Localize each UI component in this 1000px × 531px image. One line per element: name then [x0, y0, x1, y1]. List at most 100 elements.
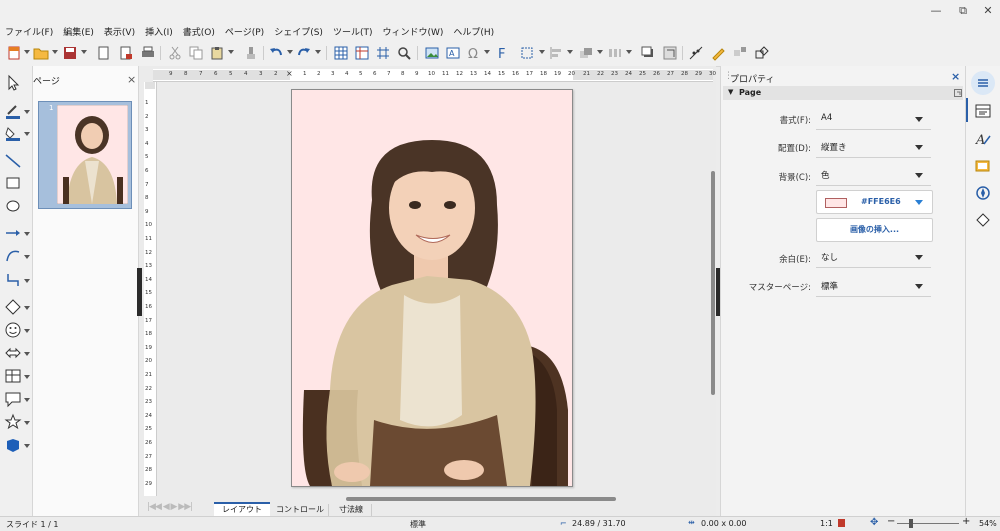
basic-shapes-dropdown-icon[interactable] [24, 306, 30, 310]
shapes-icon[interactable] [975, 212, 991, 228]
zoom-level[interactable]: 54% [979, 519, 997, 528]
scale-factor[interactable]: 1:1 [820, 519, 833, 528]
callout-icon[interactable] [4, 390, 22, 408]
vertical-scrollbar[interactable] [711, 171, 715, 395]
gallery-icon[interactable] [975, 158, 991, 174]
more-options-icon[interactable] [954, 89, 962, 97]
horizontal-scrollbar[interactable] [346, 497, 616, 501]
close-window-button[interactable]: ✕ [980, 4, 996, 18]
arrange-icon[interactable] [578, 45, 594, 61]
line-color-dropdown-icon[interactable] [24, 110, 30, 114]
toggle-extrusion-icon[interactable] [732, 45, 748, 61]
special-character-dropdown-icon[interactable] [484, 50, 490, 54]
textbox-icon[interactable]: A [445, 45, 461, 61]
page-section-header[interactable]: ▼ Page [723, 86, 963, 100]
fit-page-icon[interactable]: ✥ [870, 517, 878, 528]
open-folder-icon[interactable] [33, 45, 49, 61]
transformations-dropdown-icon[interactable] [539, 50, 545, 54]
menu-edit[interactable]: 編集(E) [58, 25, 99, 38]
clone-formatting-icon[interactable] [243, 45, 259, 61]
transformations-icon[interactable] [519, 45, 535, 61]
paste-icon[interactable] [209, 45, 225, 61]
menu-shape[interactable]: シェイプ(S) [269, 25, 328, 38]
orientation-select[interactable]: 縦置き [816, 137, 931, 158]
tab-layout[interactable]: レイアウト [214, 502, 270, 517]
line-color-icon[interactable] [4, 102, 22, 120]
symbol-shapes-dropdown-icon[interactable] [24, 329, 30, 333]
rectangle-tool-icon[interactable] [4, 174, 22, 192]
zoom-icon[interactable] [396, 45, 412, 61]
stars-dropdown-icon[interactable] [24, 421, 30, 425]
stars-icon[interactable] [4, 413, 22, 431]
cut-icon[interactable] [167, 45, 183, 61]
shadow-icon[interactable] [640, 45, 656, 61]
undo-dropdown-icon[interactable] [287, 50, 293, 54]
arrow-dropdown-icon[interactable] [24, 232, 30, 236]
tab-controls[interactable]: コントロール [272, 504, 329, 516]
zoom-in-button[interactable]: + [962, 516, 970, 527]
new-icon[interactable] [6, 45, 22, 61]
connector-dropdown-icon[interactable] [24, 279, 30, 283]
points-icon[interactable] [688, 45, 704, 61]
export-icon[interactable] [96, 45, 112, 61]
page-thumbnail-selected[interactable]: 1 [38, 101, 132, 209]
menu-format[interactable]: 書式(O) [178, 25, 220, 38]
navigator-icon[interactable] [975, 185, 991, 201]
maximize-button[interactable]: ⧉ [955, 4, 971, 18]
flowchart-dropdown-icon[interactable] [24, 375, 30, 379]
menu-help[interactable]: ヘルプ(H) [448, 25, 499, 38]
curve-dropdown-icon[interactable] [24, 255, 30, 259]
menu-window[interactable]: ウィンドウ(W) [377, 25, 448, 38]
fill-color-dropdown-icon[interactable] [24, 132, 30, 136]
pages-panel-collapse-handle[interactable] [137, 268, 142, 316]
open-dropdown-icon[interactable] [52, 50, 58, 54]
properties-tab[interactable] [971, 71, 995, 95]
background-select[interactable]: 色 [816, 165, 931, 186]
minimize-button[interactable]: — [928, 4, 944, 18]
menu-page[interactable]: ページ(P) [220, 25, 269, 38]
curve-tool-icon[interactable] [4, 247, 22, 265]
export-pdf-icon[interactable] [118, 45, 134, 61]
background-color-picker[interactable]: #FFE6E6 [816, 190, 933, 214]
insert-image-icon[interactable] [424, 45, 440, 61]
document-workspace[interactable]: 9 8 7 6 5 4 3 2 ⨯ 1 2 3 4 5 6 7 8 9 10 1… [139, 66, 716, 517]
styles-icon[interactable]: A [975, 131, 991, 147]
zoom-slider[interactable] [897, 523, 959, 524]
basic-shapes-icon[interactable] [4, 298, 22, 316]
portrait-photo-image[interactable] [292, 90, 572, 486]
fill-color-icon[interactable] [4, 124, 22, 142]
redo-icon[interactable] [296, 45, 312, 61]
slide-page[interactable] [291, 89, 573, 487]
helplines-icon[interactable] [354, 45, 370, 61]
line-tool-icon[interactable] [4, 152, 22, 170]
distribute-dropdown-icon[interactable] [626, 50, 632, 54]
special-character-icon[interactable]: Ω [466, 45, 482, 61]
save-icon[interactable] [62, 45, 78, 61]
arrange-dropdown-icon[interactable] [597, 50, 603, 54]
snap-guides-icon[interactable] [375, 45, 391, 61]
block-arrows-icon[interactable] [4, 344, 22, 362]
fontwork-icon[interactable]: F [495, 45, 511, 61]
zoom-slider-handle[interactable] [909, 519, 913, 528]
new-dropdown-icon[interactable] [24, 50, 30, 54]
block-arrows-dropdown-icon[interactable] [24, 352, 30, 356]
menu-insert[interactable]: 挿入(I) [140, 25, 178, 38]
horizontal-ruler[interactable]: 9 8 7 6 5 4 3 2 ⨯ 1 2 3 4 5 6 7 8 9 10 1… [153, 69, 716, 82]
show-draw-functions-icon[interactable] [754, 45, 770, 61]
align-dropdown-icon[interactable] [567, 50, 573, 54]
print-icon[interactable] [140, 45, 156, 61]
grid-icon[interactable] [333, 45, 349, 61]
save-dropdown-icon[interactable] [81, 50, 87, 54]
callout-dropdown-icon[interactable] [24, 398, 30, 402]
master-page-select[interactable]: 標準 [816, 276, 931, 297]
3d-objects-dropdown-icon[interactable] [24, 444, 30, 448]
slide-transition-icon[interactable] [975, 104, 991, 118]
tab-dimension-lines[interactable]: 寸法線 [331, 504, 372, 516]
page-navigation-buttons[interactable]: |◀◀ ◀ ▶ ▶▶| [147, 502, 217, 514]
pages-panel-close-button[interactable]: × [127, 73, 136, 86]
connector-tool-icon[interactable] [4, 271, 22, 289]
document-modified-icon[interactable] [838, 519, 845, 527]
arrow-line-icon[interactable] [4, 224, 22, 242]
ellipse-tool-icon[interactable] [4, 197, 22, 215]
menu-tools[interactable]: ツール(T) [328, 25, 378, 38]
